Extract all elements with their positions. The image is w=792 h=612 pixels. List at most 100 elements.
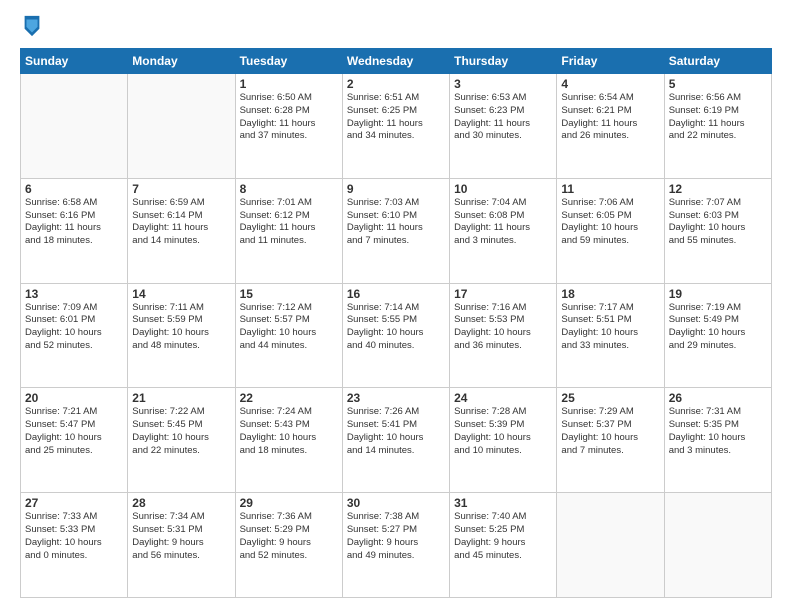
calendar-cell: 29Sunrise: 7:36 AMSunset: 5:29 PMDayligh…	[235, 493, 342, 598]
day-number: 11	[561, 182, 659, 196]
day-number: 21	[132, 391, 230, 405]
cell-details: Sunrise: 7:28 AMSunset: 5:39 PMDaylight:…	[454, 406, 552, 457]
cell-details: Sunrise: 7:24 AMSunset: 5:43 PMDaylight:…	[240, 406, 338, 457]
cell-details: Sunrise: 6:59 AMSunset: 6:14 PMDaylight:…	[132, 197, 230, 248]
day-number: 30	[347, 496, 445, 510]
calendar-cell: 1Sunrise: 6:50 AMSunset: 6:28 PMDaylight…	[235, 74, 342, 179]
day-number: 23	[347, 391, 445, 405]
calendar-cell: 5Sunrise: 6:56 AMSunset: 6:19 PMDaylight…	[664, 74, 771, 179]
day-number: 22	[240, 391, 338, 405]
cell-details: Sunrise: 7:06 AMSunset: 6:05 PMDaylight:…	[561, 197, 659, 248]
cell-details: Sunrise: 6:54 AMSunset: 6:21 PMDaylight:…	[561, 92, 659, 143]
weekday-header: Friday	[557, 49, 664, 74]
header	[20, 18, 772, 38]
cell-details: Sunrise: 7:33 AMSunset: 5:33 PMDaylight:…	[25, 511, 123, 562]
day-number: 10	[454, 182, 552, 196]
day-number: 20	[25, 391, 123, 405]
cell-details: Sunrise: 7:04 AMSunset: 6:08 PMDaylight:…	[454, 197, 552, 248]
calendar-cell: 3Sunrise: 6:53 AMSunset: 6:23 PMDaylight…	[450, 74, 557, 179]
calendar-week-row: 1Sunrise: 6:50 AMSunset: 6:28 PMDaylight…	[21, 74, 772, 179]
calendar-cell: 31Sunrise: 7:40 AMSunset: 5:25 PMDayligh…	[450, 493, 557, 598]
calendar-cell: 10Sunrise: 7:04 AMSunset: 6:08 PMDayligh…	[450, 178, 557, 283]
cell-details: Sunrise: 7:09 AMSunset: 6:01 PMDaylight:…	[25, 302, 123, 353]
calendar-cell: 23Sunrise: 7:26 AMSunset: 5:41 PMDayligh…	[342, 388, 449, 493]
day-number: 5	[669, 77, 767, 91]
day-number: 31	[454, 496, 552, 510]
day-number: 27	[25, 496, 123, 510]
day-number: 19	[669, 287, 767, 301]
weekday-header: Monday	[128, 49, 235, 74]
calendar-cell	[664, 493, 771, 598]
calendar-cell	[557, 493, 664, 598]
calendar-cell: 7Sunrise: 6:59 AMSunset: 6:14 PMDaylight…	[128, 178, 235, 283]
weekday-header: Thursday	[450, 49, 557, 74]
cell-details: Sunrise: 7:03 AMSunset: 6:10 PMDaylight:…	[347, 197, 445, 248]
day-number: 8	[240, 182, 338, 196]
cell-details: Sunrise: 7:16 AMSunset: 5:53 PMDaylight:…	[454, 302, 552, 353]
calendar-cell: 30Sunrise: 7:38 AMSunset: 5:27 PMDayligh…	[342, 493, 449, 598]
logo	[20, 18, 42, 38]
day-number: 16	[347, 287, 445, 301]
weekday-header: Wednesday	[342, 49, 449, 74]
calendar-cell: 26Sunrise: 7:31 AMSunset: 5:35 PMDayligh…	[664, 388, 771, 493]
calendar-cell	[21, 74, 128, 179]
calendar-cell: 8Sunrise: 7:01 AMSunset: 6:12 PMDaylight…	[235, 178, 342, 283]
calendar-cell: 15Sunrise: 7:12 AMSunset: 5:57 PMDayligh…	[235, 283, 342, 388]
cell-details: Sunrise: 7:07 AMSunset: 6:03 PMDaylight:…	[669, 197, 767, 248]
cell-details: Sunrise: 6:51 AMSunset: 6:25 PMDaylight:…	[347, 92, 445, 143]
cell-details: Sunrise: 7:01 AMSunset: 6:12 PMDaylight:…	[240, 197, 338, 248]
day-number: 25	[561, 391, 659, 405]
weekday-header: Tuesday	[235, 49, 342, 74]
cell-details: Sunrise: 7:14 AMSunset: 5:55 PMDaylight:…	[347, 302, 445, 353]
calendar-cell: 20Sunrise: 7:21 AMSunset: 5:47 PMDayligh…	[21, 388, 128, 493]
calendar-body: 1Sunrise: 6:50 AMSunset: 6:28 PMDaylight…	[21, 74, 772, 598]
calendar-week-row: 20Sunrise: 7:21 AMSunset: 5:47 PMDayligh…	[21, 388, 772, 493]
calendar-cell: 6Sunrise: 6:58 AMSunset: 6:16 PMDaylight…	[21, 178, 128, 283]
calendar-cell: 27Sunrise: 7:33 AMSunset: 5:33 PMDayligh…	[21, 493, 128, 598]
day-number: 9	[347, 182, 445, 196]
calendar-header-row: SundayMondayTuesdayWednesdayThursdayFrid…	[21, 49, 772, 74]
cell-details: Sunrise: 7:26 AMSunset: 5:41 PMDaylight:…	[347, 406, 445, 457]
day-number: 15	[240, 287, 338, 301]
calendar-cell: 19Sunrise: 7:19 AMSunset: 5:49 PMDayligh…	[664, 283, 771, 388]
day-number: 17	[454, 287, 552, 301]
calendar-cell: 13Sunrise: 7:09 AMSunset: 6:01 PMDayligh…	[21, 283, 128, 388]
calendar-cell: 12Sunrise: 7:07 AMSunset: 6:03 PMDayligh…	[664, 178, 771, 283]
cell-details: Sunrise: 6:53 AMSunset: 6:23 PMDaylight:…	[454, 92, 552, 143]
calendar-week-row: 13Sunrise: 7:09 AMSunset: 6:01 PMDayligh…	[21, 283, 772, 388]
cell-details: Sunrise: 6:50 AMSunset: 6:28 PMDaylight:…	[240, 92, 338, 143]
cell-details: Sunrise: 7:21 AMSunset: 5:47 PMDaylight:…	[25, 406, 123, 457]
cell-details: Sunrise: 6:56 AMSunset: 6:19 PMDaylight:…	[669, 92, 767, 143]
calendar-cell: 11Sunrise: 7:06 AMSunset: 6:05 PMDayligh…	[557, 178, 664, 283]
day-number: 12	[669, 182, 767, 196]
calendar-cell: 24Sunrise: 7:28 AMSunset: 5:39 PMDayligh…	[450, 388, 557, 493]
calendar-cell: 28Sunrise: 7:34 AMSunset: 5:31 PMDayligh…	[128, 493, 235, 598]
day-number: 26	[669, 391, 767, 405]
calendar-cell: 4Sunrise: 6:54 AMSunset: 6:21 PMDaylight…	[557, 74, 664, 179]
day-number: 18	[561, 287, 659, 301]
calendar-week-row: 27Sunrise: 7:33 AMSunset: 5:33 PMDayligh…	[21, 493, 772, 598]
cell-details: Sunrise: 7:31 AMSunset: 5:35 PMDaylight:…	[669, 406, 767, 457]
calendar-cell: 17Sunrise: 7:16 AMSunset: 5:53 PMDayligh…	[450, 283, 557, 388]
calendar-cell: 9Sunrise: 7:03 AMSunset: 6:10 PMDaylight…	[342, 178, 449, 283]
cell-details: Sunrise: 7:11 AMSunset: 5:59 PMDaylight:…	[132, 302, 230, 353]
calendar-table: SundayMondayTuesdayWednesdayThursdayFrid…	[20, 48, 772, 598]
day-number: 2	[347, 77, 445, 91]
day-number: 1	[240, 77, 338, 91]
logo-icon	[22, 14, 42, 38]
cell-details: Sunrise: 7:22 AMSunset: 5:45 PMDaylight:…	[132, 406, 230, 457]
calendar-cell: 14Sunrise: 7:11 AMSunset: 5:59 PMDayligh…	[128, 283, 235, 388]
day-number: 28	[132, 496, 230, 510]
cell-details: Sunrise: 7:12 AMSunset: 5:57 PMDaylight:…	[240, 302, 338, 353]
cell-details: Sunrise: 7:29 AMSunset: 5:37 PMDaylight:…	[561, 406, 659, 457]
calendar-cell: 2Sunrise: 6:51 AMSunset: 6:25 PMDaylight…	[342, 74, 449, 179]
calendar-cell: 16Sunrise: 7:14 AMSunset: 5:55 PMDayligh…	[342, 283, 449, 388]
calendar-cell: 21Sunrise: 7:22 AMSunset: 5:45 PMDayligh…	[128, 388, 235, 493]
day-number: 7	[132, 182, 230, 196]
day-number: 24	[454, 391, 552, 405]
cell-details: Sunrise: 7:19 AMSunset: 5:49 PMDaylight:…	[669, 302, 767, 353]
calendar-cell: 22Sunrise: 7:24 AMSunset: 5:43 PMDayligh…	[235, 388, 342, 493]
day-number: 3	[454, 77, 552, 91]
cell-details: Sunrise: 7:17 AMSunset: 5:51 PMDaylight:…	[561, 302, 659, 353]
calendar-cell	[128, 74, 235, 179]
